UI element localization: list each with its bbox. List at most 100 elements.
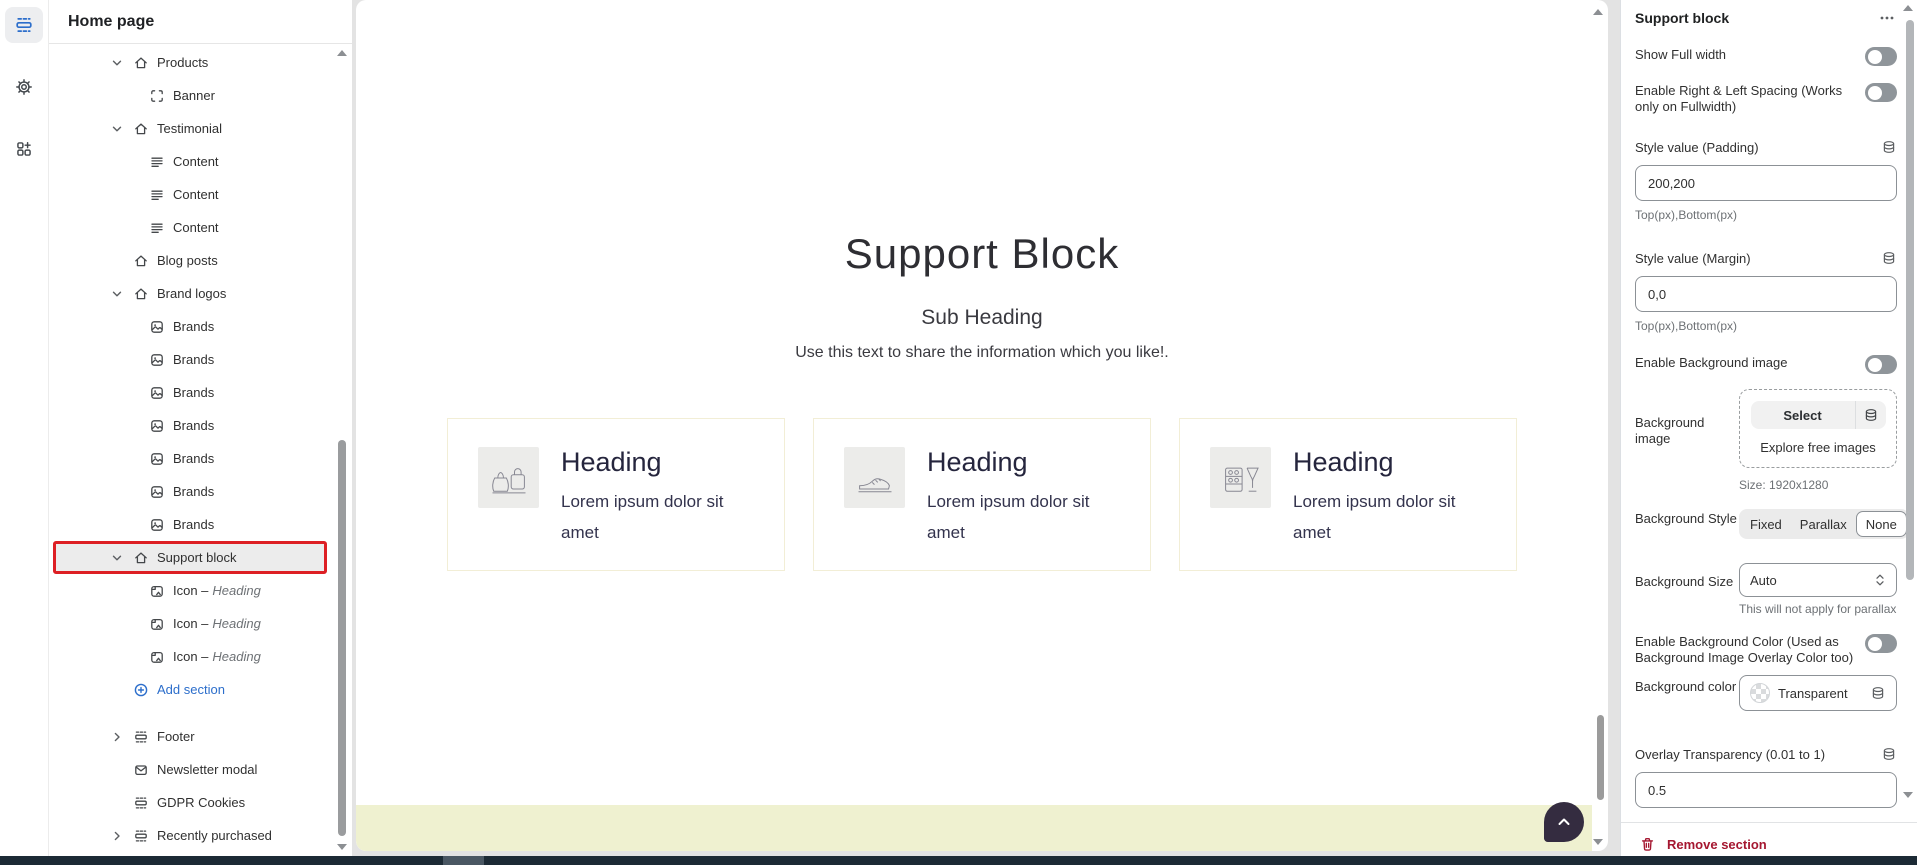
card-heading: Heading (561, 447, 761, 478)
sidebar-scroll-down-arrow[interactable] (337, 844, 347, 850)
sidebar-item-brand-logos[interactable]: Brand logos (49, 277, 352, 310)
sidebar-item-content[interactable]: Content (49, 211, 352, 244)
sidebar-scroll-up-arrow[interactable] (337, 50, 347, 56)
sidebar-item-icon-heading[interactable]: Icon – Heading (49, 574, 352, 607)
image-icon (149, 352, 165, 368)
sidebar-item-brands[interactable]: Brands (49, 442, 352, 475)
bags-illustration-icon (478, 447, 539, 508)
image-icon (149, 484, 165, 500)
home-icon (133, 286, 149, 302)
panel-scroll-up-arrow[interactable] (1903, 5, 1913, 11)
support-card: Heading Lorem ipsum dolor sit amet (1179, 418, 1517, 571)
bg-style-option-none[interactable]: None (1856, 511, 1907, 537)
dynamic-source-icon[interactable] (1881, 139, 1897, 155)
theme-preview-canvas: Support Block Sub Heading Use this text … (356, 0, 1608, 851)
panel-scroll-down-arrow[interactable] (1903, 792, 1913, 798)
sidebar-item-newsletter-modal[interactable]: Newsletter modal (49, 753, 352, 786)
sidebar-item-blog-posts[interactable]: Blog posts (49, 244, 352, 277)
enable-spacing-label: Enable Right & Left Spacing (Works only … (1635, 83, 1865, 114)
bg-style-label: Background Style (1635, 509, 1739, 527)
bg-image-select-button[interactable]: Select (1751, 401, 1886, 429)
chevron-down-icon[interactable] (109, 123, 125, 135)
sidebar-item-icon-heading[interactable]: Icon – Heading (49, 607, 352, 640)
bg-style-option-fixed[interactable]: Fixed (1741, 511, 1791, 537)
bg-size-select[interactable]: Auto (1739, 563, 1897, 597)
rail-item-sections[interactable] (5, 7, 43, 43)
bg-color-row: Background color Transparent (1635, 675, 1897, 711)
dynamic-source-icon[interactable] (1856, 407, 1886, 423)
sidebar-item-brands[interactable]: Brands (49, 310, 352, 343)
section-icon (133, 795, 149, 811)
select-label: Select (1751, 408, 1855, 423)
chevron-down-icon[interactable] (109, 57, 125, 69)
sidebar-item-label-italic: Heading (212, 649, 260, 664)
enable-bg-image-toggle[interactable] (1865, 355, 1897, 374)
chevron-down-icon[interactable] (109, 552, 125, 564)
enable-bg-color-toggle[interactable] (1865, 634, 1897, 653)
chevron-right-icon[interactable] (109, 731, 125, 743)
canvas-scroll-up-arrow[interactable] (1593, 9, 1603, 15)
section-description: Use this text to share the information w… (356, 344, 1608, 362)
image-block-icon (149, 583, 165, 599)
bg-style-option-parallax[interactable]: Parallax (1791, 511, 1856, 537)
bg-color-label: Background color (1635, 675, 1739, 695)
envelope-icon (133, 762, 149, 778)
sidebar-item-label: Blog posts (157, 253, 218, 268)
scroll-to-top-button[interactable] (1544, 802, 1584, 842)
sidebar-item-support-block[interactable]: Support block (53, 541, 327, 574)
sidebar-item-recently-purchased[interactable]: Recently purchased (49, 819, 352, 852)
support-card: Heading Lorem ipsum dolor sit amet (813, 418, 1151, 571)
sidebar-item-icon-heading[interactable]: Icon – Heading (49, 640, 352, 673)
enable-bg-color-label: Enable Background Color (Used as Backgro… (1635, 634, 1865, 665)
sidebar-item-brands[interactable]: Brands (49, 475, 352, 508)
sidebar-item-content[interactable]: Content (49, 178, 352, 211)
sidebar-item-label: Brands (173, 517, 214, 532)
overlay-label: Overlay Transparency (0.01 to 1) (1635, 747, 1825, 762)
bg-color-value: Transparent (1778, 686, 1862, 701)
overlay-input[interactable] (1635, 772, 1897, 808)
sidebar-item-banner[interactable]: Banner (49, 79, 352, 112)
panel-scrollbar-thumb[interactable] (1906, 20, 1914, 580)
panel-title: Support block (1635, 10, 1729, 26)
sidebar-item-brands[interactable]: Brands (49, 376, 352, 409)
sidebar-scrollbar-thumb[interactable] (338, 440, 346, 836)
next-section-strip (356, 805, 1592, 851)
sidebar-item-gdpr-cookies[interactable]: GDPR Cookies (49, 786, 352, 819)
chevron-right-icon[interactable] (109, 830, 125, 842)
sidebar-item-testimonial[interactable]: Testimonial (49, 112, 352, 145)
dynamic-source-icon[interactable] (1870, 685, 1886, 701)
bg-style-row: Background Style Fixed Parallax None (1635, 509, 1897, 539)
show-full-width-toggle[interactable] (1865, 47, 1897, 66)
crop-corners-icon (149, 88, 165, 104)
sidebar-item-brands[interactable]: Brands (49, 508, 352, 541)
chevron-down-icon[interactable] (109, 288, 125, 300)
canvas-scrollbar-thumb[interactable] (1597, 715, 1604, 800)
explore-free-images-link[interactable]: Explore free images (1760, 440, 1876, 455)
margin-input[interactable] (1635, 276, 1897, 312)
bg-size-helper: This will not apply for parallax (1739, 602, 1897, 616)
bg-color-picker[interactable]: Transparent (1739, 675, 1897, 711)
sidebar-item-footer[interactable]: Footer (49, 720, 352, 753)
rail-item-theme-settings[interactable] (5, 69, 43, 105)
apps-plus-icon (15, 140, 33, 158)
sidebar-item-brands[interactable]: Brands (49, 343, 352, 376)
bg-image-picker: Select Explore free images (1739, 389, 1897, 468)
padding-input[interactable] (1635, 165, 1897, 201)
sidebar-item-label: Brand logos (157, 286, 226, 301)
canvas-scroll-down-arrow[interactable] (1593, 839, 1603, 845)
rail-item-apps[interactable] (5, 131, 43, 167)
ellipsis-menu-icon[interactable] (1877, 13, 1897, 23)
enable-spacing-toggle[interactable] (1865, 83, 1897, 102)
sidebar-item-label: Brands (173, 418, 214, 433)
enable-bg-image-label: Enable Background image (1635, 355, 1865, 371)
sidebar-item-products[interactable]: Products (49, 46, 352, 79)
sidebar-item-content[interactable]: Content (49, 145, 352, 178)
add-section-button[interactable]: Add section (49, 673, 352, 706)
text-lines-icon (149, 220, 165, 236)
sidebar-item-label: Content (173, 154, 219, 169)
bg-size-row: Background Size Auto (1635, 563, 1897, 597)
remove-section-button[interactable]: Remove section (1639, 836, 1897, 853)
sidebar-item-brands[interactable]: Brands (49, 409, 352, 442)
dynamic-source-icon[interactable] (1881, 250, 1897, 266)
dynamic-source-icon[interactable] (1881, 746, 1897, 762)
